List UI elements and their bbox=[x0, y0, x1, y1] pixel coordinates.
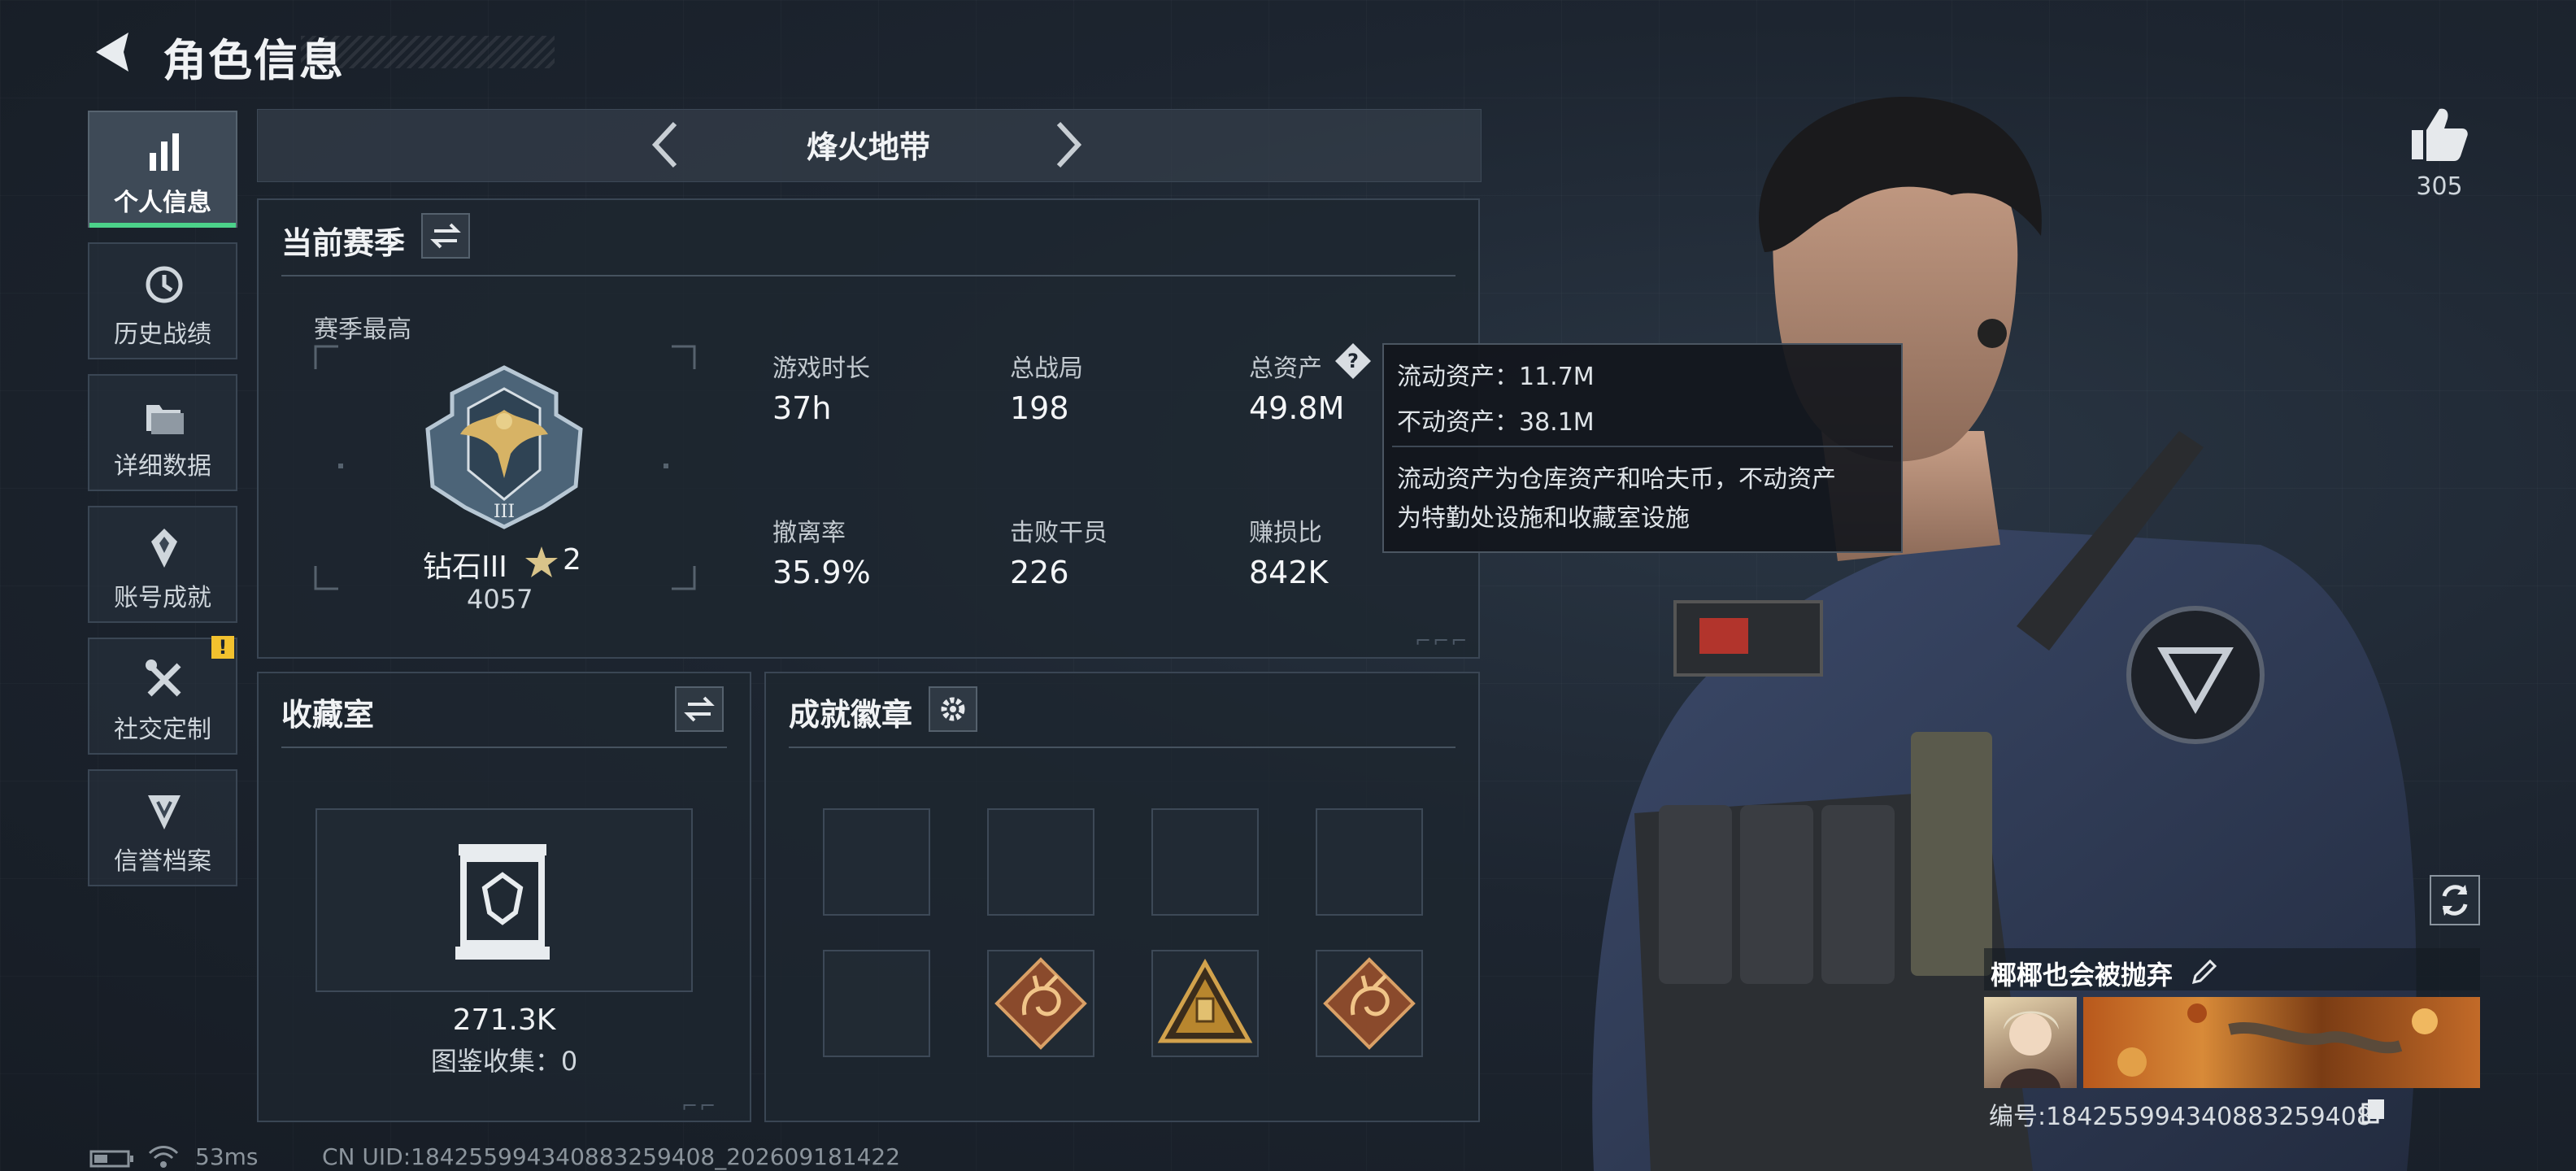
stat-label-total-assets: 总资产 bbox=[1249, 355, 1322, 383]
star-icon bbox=[525, 546, 558, 577]
reputation-icon bbox=[148, 795, 181, 829]
stat-label-extract-rate: 撤离率 bbox=[772, 519, 846, 547]
collection-count: 图鉴收集：0 bbox=[430, 1046, 578, 1077]
badge-slot-empty[interactable] bbox=[1151, 808, 1259, 916]
nav-label: 历史战绩 bbox=[114, 320, 211, 349]
dragon-badge-icon bbox=[1323, 957, 1416, 1050]
player-id: 编号:1842559943408832594​08 bbox=[1989, 1103, 2372, 1131]
stat-label-kills: 击败干员 bbox=[1010, 519, 1107, 547]
nav-label: 个人信息 bbox=[114, 189, 211, 217]
achievement-icon bbox=[151, 529, 177, 568]
name-card-banner[interactable] bbox=[2083, 997, 2480, 1088]
divider bbox=[281, 747, 727, 748]
gear-icon bbox=[941, 697, 965, 721]
svg-text:?: ? bbox=[1347, 350, 1359, 372]
collection-title: 收藏室 bbox=[281, 697, 375, 733]
rank-emblem-icon: III bbox=[425, 365, 583, 529]
nav-label: 信誉档案 bbox=[114, 847, 211, 876]
tooltip-liquid-assets: 流动资产：11.7M bbox=[1397, 363, 1595, 391]
stat-label-profit-ratio: 赚损比 bbox=[1249, 519, 1322, 547]
tooltip-description-line2: 为特勤处设施和收藏室设施 bbox=[1397, 504, 1690, 533]
back-arrow-icon[interactable] bbox=[88, 28, 137, 76]
display-case-icon bbox=[455, 844, 550, 960]
svg-text:III: III bbox=[494, 502, 515, 522]
autumn-leaves-pattern bbox=[2117, 1003, 2438, 1077]
nav-item-reputation[interactable]: 信誉档案 bbox=[88, 769, 237, 886]
stat-label-matches: 总战局 bbox=[1010, 355, 1083, 383]
collection-switch-button[interactable] bbox=[675, 686, 724, 732]
nav-label: 社交定制 bbox=[114, 716, 211, 744]
stat-value-playtime: 37h bbox=[772, 390, 832, 426]
nav-item-personal-info[interactable]: 个人信息 bbox=[88, 111, 237, 228]
copy-icon[interactable] bbox=[2361, 1098, 2386, 1124]
divider bbox=[281, 275, 1456, 276]
rank-stars: 2 bbox=[563, 543, 581, 577]
nav-item-achievements[interactable]: 账号成就 bbox=[88, 506, 237, 623]
avatar[interactable] bbox=[1984, 997, 2077, 1088]
battery-icon bbox=[89, 1150, 133, 1168]
badges-title: 成就徽章 bbox=[789, 697, 913, 733]
wifi-icon bbox=[148, 1146, 179, 1168]
season-switch-button[interactable] bbox=[421, 213, 470, 259]
history-icon bbox=[146, 266, 183, 303]
folder-icon bbox=[146, 405, 184, 434]
season-title: 当前赛季 bbox=[281, 225, 406, 261]
nav-item-history[interactable]: 历史战绩 bbox=[88, 242, 237, 359]
dragon-badge-icon bbox=[994, 957, 1087, 1050]
panel-corner-mark: ⌐⌐⌐ bbox=[1415, 629, 1469, 652]
nav-item-detailed-data[interactable]: 详细数据 bbox=[88, 374, 237, 491]
collection-value: 271.3K bbox=[452, 1003, 556, 1037]
badge-slot-empty[interactable] bbox=[987, 808, 1094, 916]
tooltip-description-line1: 流动资产为仓库资产和哈夫币，不动资产 bbox=[1397, 465, 1836, 494]
stat-value-profit-ratio: 842K bbox=[1249, 555, 1329, 590]
like-count: 305 bbox=[2416, 172, 2463, 201]
tooltip-fixed-assets: 不动资产：38.1M bbox=[1397, 408, 1595, 437]
nav-label: 详细数据 bbox=[114, 452, 211, 481]
mode-title: 烽火地带 bbox=[806, 129, 930, 165]
bar-chart-icon bbox=[150, 133, 179, 171]
ping-readout: 53ms bbox=[195, 1143, 259, 1170]
avatar-portrait bbox=[2000, 1011, 2060, 1088]
refresh-button[interactable] bbox=[2430, 875, 2480, 925]
badge-slot-empty[interactable] bbox=[823, 808, 930, 916]
badge-settings-button[interactable] bbox=[929, 686, 977, 732]
uid-readout: CN UID:18425599434088325940​8_2026091814… bbox=[322, 1143, 901, 1170]
divider bbox=[789, 747, 1456, 748]
rank-name: 钻石III bbox=[423, 551, 507, 584]
badge-slot-empty[interactable] bbox=[823, 950, 930, 1057]
help-icon[interactable]: ? bbox=[1334, 342, 1373, 381]
stat-value-extract-rate: 35.9% bbox=[772, 555, 871, 590]
swap-icon bbox=[430, 223, 461, 249]
notification-badge: ! bbox=[211, 636, 234, 659]
badge-slot-dragon[interactable] bbox=[1316, 950, 1423, 1057]
badge-slot-empty[interactable] bbox=[1316, 808, 1423, 916]
tooltip-divider bbox=[1392, 446, 1893, 447]
badge-slot-dragon[interactable] bbox=[987, 950, 1094, 1057]
stat-value-kills: 226 bbox=[1010, 555, 1069, 590]
panel-corner-mark: ⌐⌐ bbox=[681, 1095, 718, 1117]
chevron-right-icon[interactable] bbox=[1051, 119, 1086, 171]
title-decoration bbox=[301, 36, 555, 68]
refresh-icon bbox=[2442, 885, 2468, 916]
nav-label: 账号成就 bbox=[114, 584, 211, 612]
stat-label-playtime: 游戏时长 bbox=[772, 355, 870, 383]
pyramid-badge-icon bbox=[1157, 958, 1253, 1043]
stat-value-total-assets: 49.8M bbox=[1249, 390, 1345, 426]
player-name: 椰椰也会被抛弃 bbox=[1991, 960, 2174, 990]
rank-score: 4057 bbox=[467, 584, 533, 615]
badge-slot-pyramid[interactable] bbox=[1151, 950, 1259, 1057]
thumbs-up-icon[interactable] bbox=[2408, 106, 2470, 163]
tools-icon bbox=[146, 660, 181, 697]
edit-pencil-icon[interactable] bbox=[2189, 956, 2220, 987]
swap-icon bbox=[684, 696, 715, 722]
stat-value-matches: 198 bbox=[1010, 390, 1069, 426]
season-best-label: 赛季最高 bbox=[314, 316, 411, 344]
